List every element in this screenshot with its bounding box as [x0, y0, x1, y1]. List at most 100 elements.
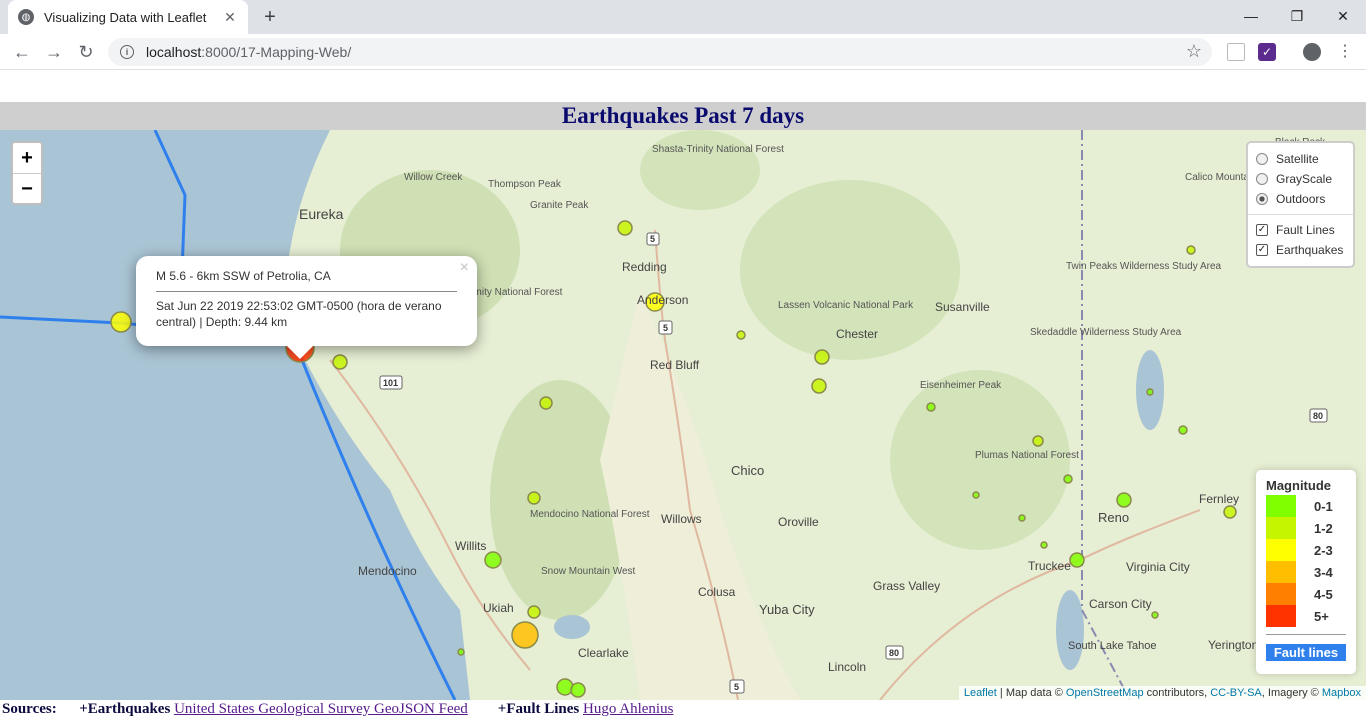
earthquake-marker[interactable]	[1186, 245, 1196, 255]
osm-link[interactable]: OpenStreetMap	[1066, 687, 1144, 699]
popup-close-icon[interactable]: ×	[460, 259, 469, 277]
earthquake-marker[interactable]	[1032, 435, 1044, 447]
earthquake-marker[interactable]	[617, 220, 633, 236]
legend-label: 0-1	[1314, 498, 1333, 514]
legend-label: 1-2	[1314, 520, 1333, 536]
earthquake-marker[interactable]	[457, 648, 465, 656]
earthquake-marker[interactable]	[332, 354, 348, 370]
earthquake-marker[interactable]	[736, 330, 746, 340]
central-valley	[600, 290, 800, 700]
earthquake-marker[interactable]	[570, 682, 586, 698]
close-tab-icon[interactable]: ✕	[222, 9, 238, 26]
earthquake-marker[interactable]	[972, 491, 980, 499]
place-label: Skedaddle Wilderness Study Area	[1030, 327, 1182, 338]
zoom-in-button[interactable]: +	[13, 143, 41, 173]
legend-swatch	[1266, 561, 1296, 583]
forward-arrow-icon[interactable]: →	[42, 40, 66, 64]
fault-lines-source-label: +Fault Lines	[497, 701, 580, 717]
place-label: Chester	[836, 327, 878, 341]
overlay-option-fault-lines[interactable]: ✓ Fault Lines	[1256, 220, 1345, 240]
earthquake-marker[interactable]	[811, 378, 827, 394]
attribution-text: | Map data ©	[996, 687, 1066, 699]
earthquake-marker[interactable]	[539, 396, 553, 410]
earthquake-marker[interactable]	[1116, 492, 1132, 508]
browser-tab[interactable]: ◍ Visualizing Data with Leaflet ✕	[8, 0, 248, 34]
checkbox-fault-lines[interactable]: ✓	[1256, 224, 1268, 236]
radio-satellite[interactable]	[1256, 153, 1268, 165]
checkbox-earthquakes[interactable]: ✓	[1256, 244, 1268, 256]
place-label: Reno	[1098, 510, 1129, 525]
leaflet-link[interactable]: Leaflet	[964, 687, 997, 699]
attribution-text: , Imagery ©	[1261, 687, 1322, 699]
clear-lake	[554, 615, 590, 639]
place-label: Oroville	[778, 515, 819, 529]
restore-button[interactable]: ❐	[1274, 4, 1320, 28]
close-window-button[interactable]: ✕	[1320, 4, 1366, 28]
earthquake-marker[interactable]	[814, 349, 830, 365]
highway-shield-label: 5	[663, 323, 668, 333]
highway-road	[879, 509, 1201, 700]
reload-icon[interactable]: ↻	[74, 40, 98, 64]
earthquake-marker[interactable]	[1063, 474, 1073, 484]
legend-row: 2-3	[1266, 539, 1346, 561]
earthquake-marker[interactable]	[527, 605, 541, 619]
place-label: Willits	[455, 539, 486, 553]
extension-icon[interactable]	[1227, 43, 1245, 61]
place-label: Yuba City	[759, 602, 815, 617]
place-label: Trinity National Forest	[465, 287, 563, 298]
earthquake-marker[interactable]	[527, 491, 541, 505]
earthquake-marker[interactable]	[511, 621, 539, 649]
layer-option-outdoors[interactable]: Outdoors	[1256, 189, 1345, 209]
new-tab-button[interactable]: +	[258, 5, 282, 29]
forest-area	[640, 130, 760, 210]
license-link[interactable]: CC-BY-SA	[1210, 687, 1262, 699]
mapbox-link[interactable]: Mapbox	[1322, 687, 1361, 699]
earthquake-marker[interactable]	[1069, 552, 1085, 568]
place-label: Willow Creek	[404, 172, 463, 183]
layer-option-grayscale[interactable]: GrayScale	[1256, 169, 1345, 189]
menu-kebab-icon[interactable]: ⋮	[1336, 43, 1354, 61]
popup-detail: Sat Jun 22 2019 22:53:02 GMT-0500 (hora …	[156, 299, 442, 329]
tab-bar: ◍ Visualizing Data with Leaflet ✕ + — ❐ …	[0, 0, 1366, 34]
overlay-label: Earthquakes	[1276, 243, 1344, 257]
highway-shield-label: 5	[650, 234, 655, 244]
url-path: :8000/17-Mapping-Web/	[201, 44, 352, 60]
radio-grayscale[interactable]	[1256, 173, 1268, 185]
earthquake-marker[interactable]	[484, 551, 502, 569]
sources-label: Sources:	[2, 701, 57, 717]
legend-swatch	[1266, 517, 1296, 539]
map[interactable]: Eureka Redding Anderson Red Bluff Chico …	[0, 130, 1366, 700]
profile-avatar-icon[interactable]	[1303, 43, 1321, 61]
legend-divider	[1266, 634, 1346, 635]
hugo-ahlenius-link[interactable]: Hugo Ahlenius	[583, 701, 673, 717]
earthquake-marker[interactable]	[1223, 505, 1237, 519]
place-label: Thompson Peak	[488, 179, 562, 190]
place-label: Eureka	[299, 206, 344, 222]
legend-row: 3-4	[1266, 561, 1346, 583]
address-bar[interactable]: i localhost :8000/17-Mapping-Web/ ☆	[108, 38, 1212, 66]
legend-label: 2-3	[1314, 542, 1333, 558]
earthquake-marker[interactable]	[1146, 388, 1154, 396]
earthquake-marker[interactable]	[926, 402, 936, 412]
info-icon[interactable]: i	[120, 45, 134, 59]
place-label: Lincoln	[828, 660, 866, 674]
earthquake-marker[interactable]	[1040, 541, 1048, 549]
earthquake-marker[interactable]	[1151, 611, 1159, 619]
extension-check-icon[interactable]: ✓	[1258, 43, 1276, 61]
earthquake-marker[interactable]	[556, 678, 574, 696]
radio-outdoors[interactable]	[1256, 193, 1268, 205]
place-label: South Lake Tahoe	[1068, 640, 1156, 652]
place-label: Mendocino	[358, 564, 417, 578]
zoom-out-button[interactable]: −	[13, 173, 41, 203]
minimize-button[interactable]: —	[1228, 4, 1274, 28]
earthquake-marker[interactable]	[110, 311, 132, 333]
layer-label: Satellite	[1276, 152, 1319, 166]
overlay-option-earthquakes[interactable]: ✓ Earthquakes	[1256, 240, 1345, 260]
earthquake-marker[interactable]	[1178, 425, 1188, 435]
bookmark-star-icon[interactable]: ☆	[1186, 41, 1202, 62]
earthquake-marker[interactable]	[1018, 514, 1026, 522]
layer-option-satellite[interactable]: Satellite	[1256, 149, 1345, 169]
legend-row: 0-1	[1266, 495, 1346, 517]
usgs-link[interactable]: United States Geological Survey GeoJSON …	[174, 701, 468, 717]
back-arrow-icon[interactable]: ←	[10, 40, 34, 64]
